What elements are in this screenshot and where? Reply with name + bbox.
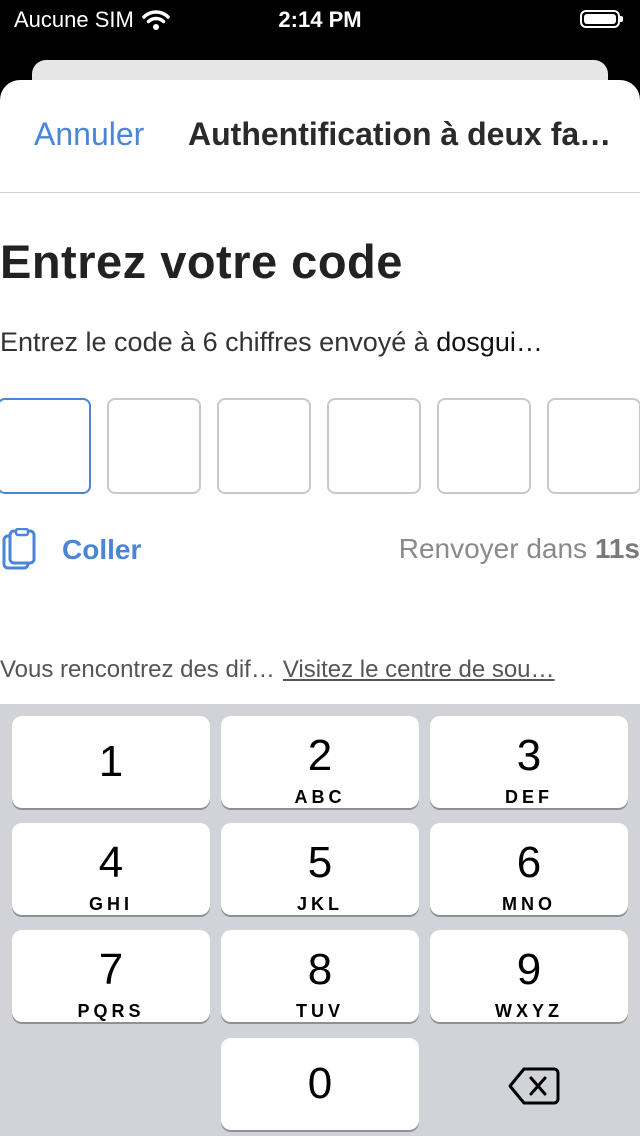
- key-6[interactable]: 6 MNO: [430, 823, 628, 915]
- resend-seconds: 11s: [594, 533, 640, 564]
- key-digit: 4: [98, 838, 124, 887]
- key-digit: 0: [307, 1059, 333, 1108]
- key-letters: ABC: [294, 787, 346, 807]
- code-digit-4[interactable]: [327, 398, 421, 494]
- navigation-bar: Annuler Authentification à deux facteurs: [0, 80, 640, 193]
- key-1[interactable]: 1: [12, 716, 210, 808]
- key-7[interactable]: 7 PQRS: [12, 930, 210, 1022]
- key-digit: 2: [307, 731, 333, 780]
- help-row: Vous rencontrez des dif… Visitez le cent…: [0, 656, 640, 684]
- key-2[interactable]: 2 ABC: [221, 716, 419, 808]
- status-bar: Aucune SIM 2:14 PM: [0, 0, 640, 40]
- key-letters: MNO: [502, 894, 556, 914]
- help-center-link[interactable]: Visitez le centre de sou…: [283, 656, 640, 684]
- key-digit: 3: [516, 731, 542, 780]
- paste-button[interactable]: Coller: [0, 528, 141, 572]
- resend-timer: Renvoyer dans 11s: [399, 533, 640, 565]
- key-3[interactable]: 3 DEF: [430, 716, 628, 808]
- numeric-keypad: 1 2 ABC 3 DEF 4 GHI 5 JKL 6 MNO 7 PQRS 8…: [0, 704, 640, 1136]
- key-0[interactable]: 0: [221, 1038, 419, 1130]
- key-letters: TUV: [296, 1001, 344, 1021]
- code-digit-6[interactable]: [547, 398, 640, 494]
- key-5[interactable]: 5 JKL: [221, 823, 419, 915]
- key-digit: 5: [307, 838, 333, 887]
- nav-title: Authentification à deux facteurs: [188, 116, 618, 152]
- paste-label: Coller: [62, 534, 142, 565]
- help-question: Vous rencontrez des dif…: [0, 656, 275, 683]
- key-4[interactable]: 4 GHI: [12, 823, 210, 915]
- key-digit: 8: [307, 945, 333, 994]
- key-letters: WXYZ: [495, 1001, 563, 1021]
- code-input-group: [0, 398, 640, 494]
- backspace-icon: [508, 1067, 560, 1105]
- key-digit: 6: [516, 838, 542, 887]
- code-digit-1[interactable]: [0, 398, 91, 494]
- code-digit-3[interactable]: [217, 398, 311, 494]
- key-9[interactable]: 9 WXYZ: [430, 930, 628, 1022]
- key-letters: GHI: [88, 894, 133, 914]
- key-letters: DEF: [505, 787, 553, 807]
- battery-icon: [580, 10, 623, 28]
- instruction-label: Entrez le code à 6 chiffres envoyé à: [0, 327, 437, 357]
- key-digit: 1: [98, 737, 124, 786]
- resend-prefix: Renvoyer dans: [398, 533, 595, 564]
- key-letters: JKL: [296, 894, 343, 914]
- key-digit: 7: [98, 945, 124, 994]
- clipboard-icon: [2, 528, 36, 570]
- code-digit-5[interactable]: [437, 398, 531, 494]
- key-digit: 9: [516, 945, 542, 994]
- cancel-button[interactable]: Annuler: [34, 116, 144, 153]
- code-digit-2[interactable]: [107, 398, 201, 494]
- instruction-text: Entrez le code à 6 chiffres envoyé à dos…: [0, 327, 640, 358]
- delete-key[interactable]: [430, 1038, 628, 1130]
- page-title: Entrez votre code: [0, 235, 403, 288]
- key-letters: PQRS: [77, 1001, 145, 1021]
- email-address: dosgui…: [436, 327, 543, 357]
- key-8[interactable]: 8 TUV: [221, 930, 419, 1022]
- clock: 2:14 PM: [278, 7, 362, 32]
